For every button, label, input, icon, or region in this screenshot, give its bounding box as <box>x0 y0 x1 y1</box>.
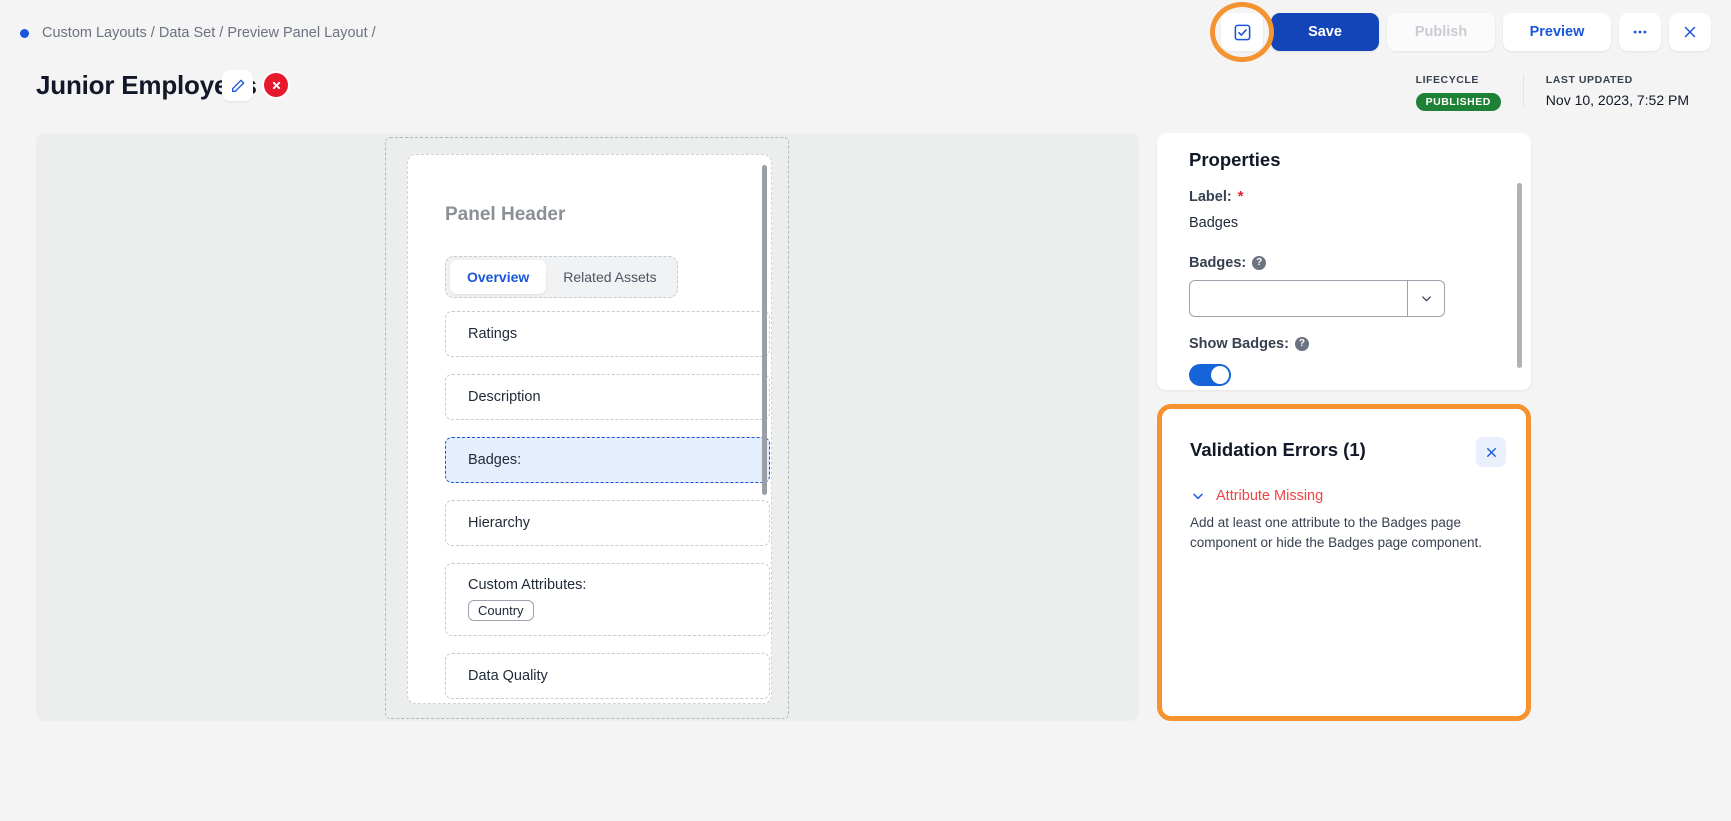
last-updated-label: LAST UPDATED <box>1545 74 1633 86</box>
badges-select-input[interactable] <box>1189 280 1407 317</box>
chevron-down-icon <box>1421 296 1431 302</box>
show-badges-label-text: Show Badges: <box>1189 336 1289 352</box>
chevron-down-icon <box>1193 493 1203 500</box>
badges-select-toggle-button[interactable] <box>1407 280 1445 317</box>
lifecycle-block: LIFECYCLE PUBLISHED <box>1394 74 1523 111</box>
edit-title-button[interactable] <box>222 70 253 101</box>
badges-select <box>1189 280 1445 317</box>
status-badge: PUBLISHED <box>1415 93 1501 111</box>
ellipsis-icon <box>1633 30 1647 34</box>
meta-info: LIFECYCLE PUBLISHED LAST UPDATED Nov 10,… <box>1394 74 1711 111</box>
badges-field-label-text: Badges: <box>1189 255 1247 271</box>
validation-item-header[interactable]: Attribute Missing <box>1190 488 1323 504</box>
validation-errors-panel: Validation Errors (1) Attribute Missing … <box>1157 404 1531 721</box>
close-icon <box>1486 447 1496 457</box>
component-list: Ratings Description Badges: Hierarchy Cu… <box>445 311 770 703</box>
validation-item-description: Add at least one attribute to the Badges… <box>1190 515 1482 550</box>
app-root: Custom Layouts / Data Set / Preview Pane… <box>0 0 1731 821</box>
lifecycle-label: LIFECYCLE <box>1415 74 1479 86</box>
component-description[interactable]: Description <box>445 374 770 420</box>
error-indicator-badge[interactable] <box>264 73 288 97</box>
label-field-label-text: Label: <box>1189 189 1232 205</box>
show-badges-label: Show Badges: ? <box>1189 336 1309 352</box>
checkbox-check-icon <box>1234 24 1250 40</box>
validation-item-label: Attribute Missing <box>1216 488 1324 504</box>
breadcrumb-path: Custom Layouts / Data Set / Preview Pane… <box>42 25 376 41</box>
properties-panel: Properties Label: * Badges Badges: ? Sho… <box>1157 133 1531 390</box>
panel-tabs: Overview Related Assets <box>445 256 678 298</box>
tab-overview[interactable]: Overview <box>450 260 547 294</box>
attribute-chip-country[interactable]: Country <box>468 600 534 621</box>
panel-header-text: Panel Header <box>445 204 566 225</box>
breadcrumb-dot-icon <box>20 28 29 38</box>
toggle-knob <box>1211 366 1229 384</box>
validate-button[interactable] <box>1221 13 1263 51</box>
help-circle-icon[interactable]: ? <box>1294 337 1309 351</box>
save-button[interactable]: Save <box>1271 13 1379 51</box>
label-field-value: Badges <box>1189 215 1239 231</box>
panel-dropzone[interactable]: Panel Header Overview Related Assets Rat… <box>385 137 789 719</box>
panel-scrollbar[interactable] <box>762 165 767 495</box>
top-actions: Save Publish Preview <box>1210 2 1711 62</box>
tab-related-assets[interactable]: Related Assets <box>546 260 673 294</box>
properties-title: Properties <box>1189 149 1281 170</box>
close-icon <box>272 81 280 89</box>
top-bar: Custom Layouts / Data Set / Preview Pane… <box>0 0 1731 64</box>
component-custom-attributes-label: Custom Attributes: <box>468 577 587 593</box>
help-circle-icon[interactable]: ? <box>1252 256 1267 270</box>
preview-button[interactable]: Preview <box>1503 13 1611 51</box>
pencil-icon <box>231 79 244 92</box>
validation-close-button[interactable] <box>1476 437 1506 467</box>
validation-errors-title: Validation Errors (1) <box>1190 439 1366 460</box>
component-ratings[interactable]: Ratings <box>445 311 770 357</box>
show-badges-toggle[interactable] <box>1189 364 1231 386</box>
last-updated-value: Nov 10, 2023, 7:52 PM <box>1545 92 1689 108</box>
layout-canvas: Panel Header Overview Related Assets Rat… <box>36 133 1139 721</box>
close-button[interactable] <box>1669 13 1711 51</box>
publish-button: Publish <box>1387 13 1495 51</box>
breadcrumb[interactable]: Custom Layouts / Data Set / Preview Pane… <box>20 25 376 41</box>
more-options-button[interactable] <box>1619 13 1661 51</box>
last-updated-block: LAST UPDATED Nov 10, 2023, 7:52 PM <box>1522 74 1711 108</box>
component-hierarchy[interactable]: Hierarchy <box>445 500 770 546</box>
required-marker: * <box>1237 189 1244 205</box>
component-data-quality[interactable]: Data Quality <box>445 653 770 699</box>
properties-scrollbar[interactable] <box>1517 183 1522 368</box>
component-custom-attributes[interactable]: Custom Attributes: Country <box>445 563 770 636</box>
label-field-label: Label: * <box>1189 189 1243 205</box>
preview-panel-card: Panel Header Overview Related Assets Rat… <box>407 154 772 704</box>
badges-field-label: Badges: ? <box>1189 255 1267 271</box>
close-icon <box>1684 26 1696 38</box>
component-badges[interactable]: Badges: <box>445 437 770 483</box>
